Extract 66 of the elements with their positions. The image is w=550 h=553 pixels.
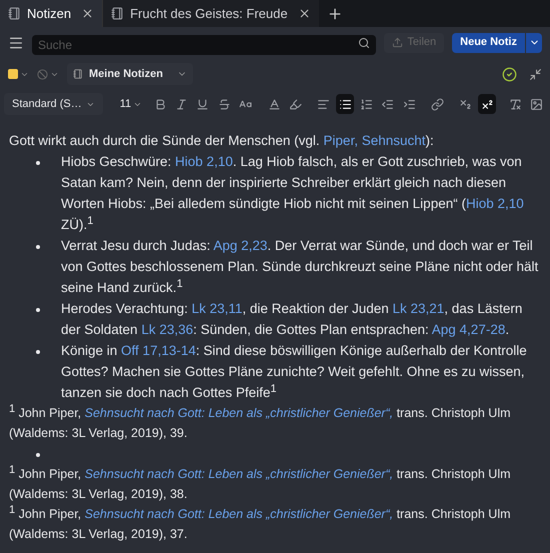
scripture-link[interactable]: Apg 4,27-28 (432, 322, 506, 337)
link-icon (430, 98, 444, 110)
scripture-link[interactable]: Apg 2,23 (213, 238, 268, 253)
bold-icon (154, 98, 167, 110)
add-tab-icon[interactable] (326, 6, 343, 22)
underline-icon (196, 98, 210, 110)
book-title-link[interactable]: Sehnsucht nach Gott: Leben als „christlicher Genießer“, (84, 467, 394, 481)
notebook-icon (73, 69, 83, 79)
outdent-icon (381, 98, 394, 110)
strikethrough-icon (218, 98, 231, 110)
tab-label: Notizen (27, 4, 72, 23)
bullet-icon (36, 245, 40, 249)
list-item-text: Hiobs Geschwüre: Hiob 2,10. Lag Hiob falsch, als er Gott zuschrieb, was von Satan kam? Nein, denn der inspirierte Schreiber erklärt gleich nach diesen Worten Hiobs: „Bei alledem sündigte Hiob nicht mit seinen Lippen“ (Hiob 2,10 ZÜ).$^{1}$ (61, 153, 525, 234)
scripture-link[interactable]: Off 17,13-14 (121, 343, 196, 358)
menu-icon[interactable] (8, 34, 24, 50)
search-icon (358, 36, 370, 48)
footnote-text: $^{1}$ John Piper, Sehnsucht nach Gott: Leben als „christlicher Genießer“, trans. Christoph Ulm (Waldems: 3L Verlag, 2019), 38. (9, 464, 512, 503)
new-note-button[interactable]: Neue Notiz (452, 32, 525, 52)
collapse-icon[interactable] (529, 68, 542, 80)
text-color-icon (268, 98, 281, 110)
highlight-icon (288, 98, 302, 110)
bullet-list-icon (338, 98, 352, 110)
bullet-icon (36, 350, 40, 354)
tab-label: Frucht des Geistes: Freude (130, 4, 288, 23)
bullet-icon (36, 308, 40, 312)
notebook-dropdown[interactable]: Meine Notizen (67, 63, 193, 85)
font-size-dropdown[interactable]: 11 (114, 93, 148, 115)
footnote-text: $^{1}$ John Piper, Sehnsucht nach Gott: Leben als „christlicher Genießer“, trans. Christoph Ulm (Waldems: 3L Verlag, 2019), 37. (9, 504, 512, 543)
list-item-text: Verrat Jesu durch Judas: Apg 2,23. Der Verrat war Sünde, und doch war er Teil von Gottes beschlossenem Plan. Sünde durchkreuzt seine Pläne nicht oder hält seine Hand zurück.$^{1}$ (61, 237, 540, 297)
scripture-link[interactable]: Lk 23,11 (192, 301, 242, 316)
scripture-link[interactable]: Hiob 2,10 (466, 196, 524, 211)
bullet-icon (36, 453, 40, 457)
notes-icon (8, 7, 21, 20)
note-color-button[interactable] (8, 69, 29, 79)
superscript-icon (480, 98, 494, 110)
align-left-icon (317, 98, 330, 110)
bullet-icon (36, 161, 40, 165)
subscript-icon (459, 98, 472, 110)
no-entry-icon (37, 68, 48, 80)
list-item-text: Könige in Off 17,13-14: Sind diese böswilligen Könige außerhalb der Kontrolle Gottes? Machen sie Gottes Pläne zunichte? Weit gefehlt. Ohne es zu wissen, tanzen sie doch nach Gottes Pfeife$^{1}$ (61, 342, 528, 402)
tab[interactable]: Notizen (0, 0, 102, 27)
scripture-link[interactable]: Piper, Sehnsucht (323, 133, 426, 148)
indent-icon (402, 98, 416, 110)
close-icon[interactable] (298, 7, 311, 20)
book-title-link[interactable]: Sehnsucht nach Gott: Leben als „christlicher Genießer“, (84, 406, 394, 420)
italic-icon (175, 98, 188, 110)
scripture-link[interactable]: Lk 23,36 (141, 322, 194, 337)
tab[interactable]: Frucht des Geistes: Freude (102, 0, 319, 27)
status-button[interactable] (37, 68, 59, 80)
paragraph-text: Gott wirkt auch durch die Sünde der Menschen (vgl. Piper, Sehnsucht): (9, 132, 435, 150)
book-title-link[interactable]: Sehnsucht nach Gott: Leben als „christlicher Genießer“, (84, 507, 394, 521)
close-icon[interactable] (81, 7, 94, 20)
image-icon (530, 98, 544, 110)
scripture-link[interactable]: Lk 23,21 (392, 301, 444, 316)
new-note-menu-button[interactable] (526, 32, 542, 52)
scripture-link[interactable]: Hiob 2,10 (175, 154, 233, 169)
notes-icon (111, 7, 124, 20)
search-field[interactable]: Suche (32, 34, 376, 54)
share-icon (392, 37, 404, 48)
toolbar-button[interactable] (478, 94, 496, 114)
footnote-text: $^{1}$ John Piper, Sehnsucht nach Gott: Leben als „christlicher Genießer“, trans. Christoph Ulm (Waldems: 3L Verlag, 2019), 39. (9, 403, 512, 442)
style-dropdown[interactable]: Standard (S… (4, 93, 103, 115)
toolbar-button[interactable] (336, 94, 354, 114)
list-item-text: Herodes Verachtung: Lk 23,11, die Reaktion der Juden Lk 23,21, das Lästern der Soldaten Lk 23,36: Sünden, die Gottes Plan entsprachen: Apg 4,27-28. (61, 300, 524, 339)
numbered-list-icon (360, 98, 373, 110)
clear-format-icon (508, 98, 522, 110)
